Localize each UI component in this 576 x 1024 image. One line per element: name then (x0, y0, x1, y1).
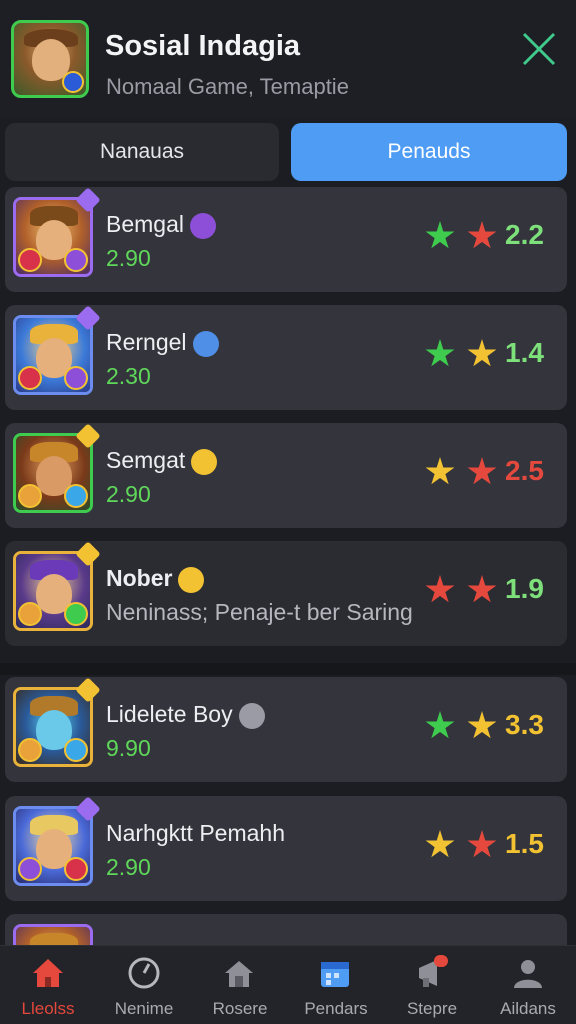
avatar (13, 315, 93, 395)
class-badge-icon (64, 366, 88, 390)
star-icon (425, 575, 455, 603)
emoji-icon (238, 702, 265, 729)
close-icon (522, 32, 556, 66)
player-rating: 1.4 (505, 337, 544, 368)
player-name: Lidelete Boy (106, 701, 265, 729)
player-status: Neninass; Penaje-t ber Saring (106, 599, 413, 625)
game-avatar[interactable] (11, 20, 89, 98)
rank-badge-icon (18, 857, 42, 881)
avatar (13, 806, 93, 886)
page-subtitle: Nomaal Game, Temaptie (106, 74, 349, 99)
nav-item-pendars[interactable]: Pendars (288, 946, 384, 1024)
avatar (13, 924, 93, 945)
list-item[interactable]: Bemgal 2.90 2.2 (5, 187, 567, 292)
list-item[interactable]: Semgat 2.90 2.5 (5, 423, 567, 528)
list-item[interactable]: Lidelete Boy 9.90 3.3 (5, 677, 567, 782)
tab-nanauas[interactable]: Nanauas (5, 123, 279, 181)
avatar (13, 433, 93, 513)
class-badge-icon (64, 602, 88, 626)
avatar (13, 551, 93, 631)
nav-item-stepre[interactable]: Stepre (384, 946, 480, 1024)
star-icon (467, 575, 497, 603)
emoji-icon (178, 566, 205, 593)
star-icon (467, 830, 497, 858)
star-icon (467, 457, 497, 485)
class-badge-icon (64, 484, 88, 508)
rank-badge-icon (18, 602, 42, 626)
rank-badge-icon (18, 484, 42, 508)
class-badge-icon (64, 857, 88, 881)
notification-dot (434, 955, 446, 967)
emoji-icon (192, 330, 219, 357)
calendar-icon (321, 962, 349, 987)
player-name: Nober (106, 565, 205, 593)
list-item[interactable]: Narhgktt Pemahh 2.90 1.5 (5, 796, 567, 901)
player-rating: 3.3 (505, 709, 544, 740)
star-icon (467, 711, 497, 739)
rank-badge-icon (18, 248, 42, 272)
player-score: 9.90 (106, 735, 151, 761)
emoji-icon (191, 448, 218, 475)
close-button[interactable] (518, 28, 560, 70)
player-name: Semgat (106, 447, 218, 475)
class-badge-icon (64, 738, 88, 762)
player-rating: 1.9 (505, 573, 544, 604)
tab-penauds[interactable]: Penauds (291, 123, 567, 181)
emoji-icon (189, 212, 216, 239)
class-badge-icon (64, 248, 88, 272)
level-badge-icon (62, 71, 84, 93)
player-name: Bemgal (106, 211, 216, 239)
avatar (13, 687, 93, 767)
player-score: 2.30 (106, 363, 151, 389)
nav-item-nenime[interactable]: Nenime (96, 946, 192, 1024)
list-item[interactable]: Nober Neninass; Penaje-t ber Saring 1.9 (5, 541, 567, 646)
tab-bar: Nanauas Penauds (5, 123, 567, 181)
player-score: 2.90 (106, 245, 151, 271)
player-rating: 1.5 (505, 828, 544, 859)
star-icon (425, 339, 455, 367)
compass-icon (128, 957, 160, 989)
star-icon (425, 830, 455, 858)
bottom-nav: Lleolss Nenime Rosere Pendars Stepre Ail… (0, 945, 576, 1024)
player-score: 2.90 (106, 481, 151, 507)
page-title: Sosial Indagia (105, 30, 300, 62)
house-notification-icon (225, 961, 253, 987)
star-icon (425, 221, 455, 249)
rank-badge-icon (18, 738, 42, 762)
section-divider (0, 663, 576, 675)
app-header: Sosial Indagia Nomaal Game, Temaptie (0, 0, 576, 118)
person-icon (514, 960, 542, 988)
player-rating: 2.2 (505, 219, 544, 250)
player-name: Narhgktt Pemahh (106, 820, 285, 846)
nav-item-aildans[interactable]: Aildans (480, 946, 576, 1024)
rank-badge-icon (18, 366, 42, 390)
player-name: Rerngel (106, 329, 219, 357)
nav-item-rosere[interactable]: Rosere (192, 946, 448, 1024)
nav-item-home[interactable]: Lleolss (0, 946, 96, 1024)
star-icon (425, 457, 455, 485)
home-icon (33, 959, 63, 987)
star-icon (467, 221, 497, 249)
list-item[interactable] (5, 914, 567, 945)
star-icon (425, 711, 455, 739)
player-list[interactable]: Bemgal 2.90 2.2 Rerngel 2.30 1.4 Semgat … (0, 185, 576, 945)
player-rating: 2.5 (505, 455, 544, 486)
player-score: 2.90 (106, 854, 151, 880)
list-item[interactable]: Rerngel 2.30 1.4 (5, 305, 567, 410)
avatar (13, 197, 93, 277)
star-icon (467, 339, 497, 367)
